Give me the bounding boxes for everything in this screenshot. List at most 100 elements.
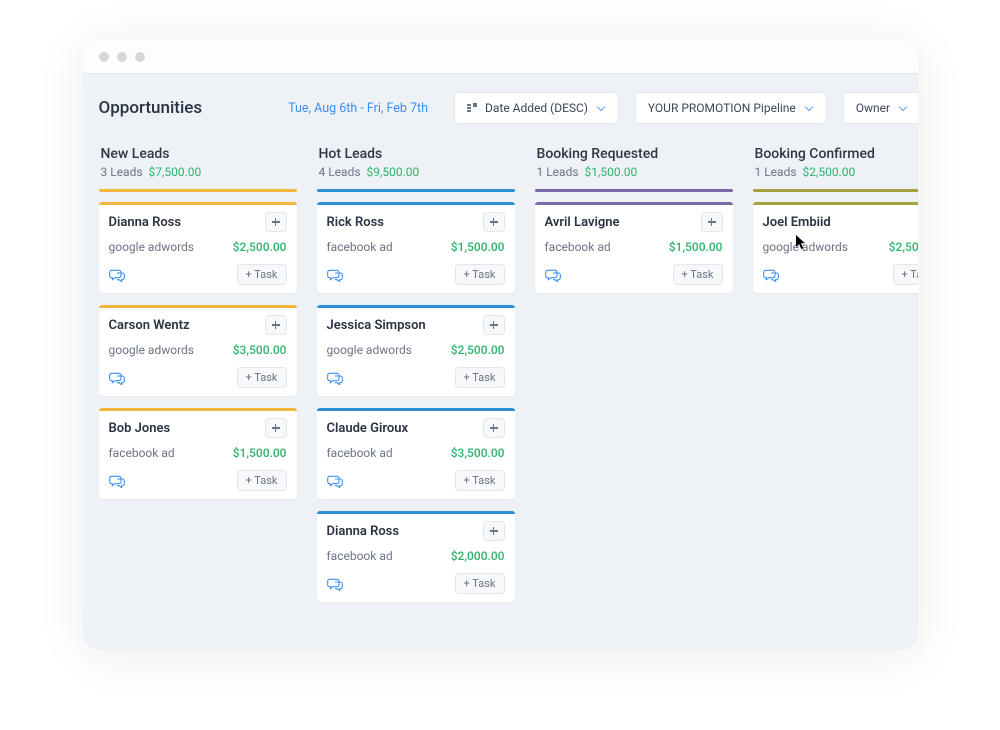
chat-icon[interactable]: [109, 474, 125, 488]
lead-amount: $2,500.00: [233, 240, 287, 254]
lead-amount: $3,500.00: [451, 446, 505, 460]
chat-icon[interactable]: [327, 577, 343, 591]
chat-icon[interactable]: [327, 474, 343, 488]
cards-list: Avril Lavignefacebook ad$1,500.00+ Task: [535, 202, 733, 293]
column-title: Booking Requested: [537, 146, 731, 162]
chevron-down-icon: [898, 103, 908, 113]
lead-card[interactable]: Jessica Simpsongoogle adwords$2,500.00+ …: [317, 305, 515, 396]
sort-icon: [467, 103, 477, 113]
lead-name: Bob Jones: [109, 421, 171, 436]
date-range[interactable]: Tue, Aug 6th - Fri, Feb 7th: [288, 101, 428, 116]
window-dot-icon: [135, 52, 145, 62]
column-total: $1,500.00: [585, 165, 638, 179]
lead-source: google adwords: [327, 343, 413, 357]
add-task-button[interactable]: + Task: [237, 264, 287, 285]
pipeline-dropdown[interactable]: YOUR PROMOTION Pipeline: [635, 92, 827, 124]
plus-icon: [490, 424, 498, 432]
page-title: Opportunities: [99, 98, 203, 118]
lead-amount: $3,500.00: [233, 343, 287, 357]
card-color-rule: [317, 305, 515, 308]
cards-list: Joel Embiidgoogle adwords$2,500.00+ Task: [753, 202, 918, 293]
chat-icon[interactable]: [327, 371, 343, 385]
window-dot-icon: [99, 52, 109, 62]
add-task-button[interactable]: + Task: [455, 264, 505, 285]
kanban-column: Hot Leads 4 Leads$9,500.00 Rick Rossfacebo…: [317, 146, 515, 602]
lead-name: Dianna Ross: [327, 524, 400, 539]
lead-card[interactable]: Claude Giroux facebook ad $3,500.00 + Task: [317, 408, 515, 499]
column-subtitle: 1 Leads$1,500.00: [537, 165, 731, 179]
column-total: $7,500.00: [149, 165, 202, 179]
sort-dropdown[interactable]: Date Added (DESC): [454, 92, 619, 124]
plus-icon: [490, 218, 498, 226]
sort-label: Date Added (DESC): [485, 101, 588, 115]
window-dot-icon: [117, 52, 127, 62]
kanban-board: New Leads3 Leads$7,500.00 Dianna Ross goog…: [83, 146, 918, 632]
column-header: New Leads3 Leads$7,500.00: [99, 146, 297, 189]
add-button[interactable]: [265, 315, 287, 335]
card-color-rule: [535, 202, 733, 205]
lead-source: facebook ad: [327, 240, 393, 254]
lead-amount: $2,500.00: [889, 240, 918, 254]
lead-source: facebook ad: [327, 446, 393, 460]
kanban-column: Booking Requested 1 Leads$1,500.00 Avril L…: [535, 146, 733, 293]
card-color-rule: [317, 408, 515, 411]
lead-name: Claude Giroux: [327, 421, 409, 436]
lead-card[interactable]: Avril Lavignefacebook ad$1,500.00+ Task: [535, 202, 733, 293]
add-button[interactable]: [483, 418, 505, 438]
add-button[interactable]: [483, 315, 505, 335]
column-color-rule: [99, 189, 297, 192]
add-task-button[interactable]: + Task: [237, 470, 287, 491]
app-window: Opportunities Tue, Aug 6th - Fri, Feb 7t…: [83, 40, 918, 650]
add-task-button[interactable]: + Task: [455, 470, 505, 491]
lead-amount: $2,000.00: [451, 549, 505, 563]
lead-card[interactable]: Joel Embiidgoogle adwords$2,500.00+ Task: [753, 202, 918, 293]
lead-card[interactable]: Dianna Ross facebook ad $2,000.00 + Task: [317, 511, 515, 602]
add-button[interactable]: [265, 418, 287, 438]
card-color-rule: [317, 511, 515, 514]
chat-icon[interactable]: [109, 371, 125, 385]
column-header: Booking Confirmed 1 Leads$2,500.00: [753, 146, 918, 189]
add-task-button[interactable]: + Task: [237, 367, 287, 388]
toolbar: Opportunities Tue, Aug 6th - Fri, Feb 7t…: [83, 74, 918, 146]
lead-card[interactable]: Rick Rossfacebook ad$1,500.00+ Task: [317, 202, 515, 293]
plus-icon: [490, 527, 498, 535]
chat-icon[interactable]: [327, 268, 343, 282]
add-task-button[interactable]: + Task: [455, 573, 505, 594]
column-subtitle: 4 Leads$9,500.00: [319, 165, 513, 179]
chat-icon[interactable]: [763, 268, 779, 282]
lead-name: Carson Wentz: [109, 318, 190, 333]
card-color-rule: [99, 408, 297, 411]
lead-source: google adwords: [109, 343, 195, 357]
owner-dropdown[interactable]: Owner: [843, 92, 918, 124]
add-task-button[interactable]: + Task: [673, 264, 723, 285]
column-subtitle: 1 Leads$2,500.00: [755, 165, 918, 179]
lead-source: google adwords: [763, 240, 849, 254]
add-task-button[interactable]: + Task: [893, 264, 918, 285]
column-title: Hot Leads: [319, 146, 513, 162]
kanban-column: New Leads3 Leads$7,500.00Dianna Rossgoog…: [99, 146, 297, 499]
add-button[interactable]: [265, 212, 287, 232]
plus-icon: [708, 218, 716, 226]
column-header: Hot Leads 4 Leads$9,500.00: [317, 146, 515, 189]
window-chrome: [83, 40, 918, 74]
chat-icon[interactable]: [545, 268, 561, 282]
add-button[interactable]: [483, 521, 505, 541]
lead-card[interactable]: Bob Jonesfacebook ad$1,500.00+ Task: [99, 408, 297, 499]
column-lead-count: 4 Leads: [319, 165, 361, 179]
plus-icon: [272, 321, 280, 329]
add-task-button[interactable]: + Task: [455, 367, 505, 388]
owner-label: Owner: [856, 101, 890, 115]
lead-source: facebook ad: [327, 549, 393, 563]
column-title: Booking Confirmed: [755, 146, 918, 162]
lead-card[interactable]: Carson Wentz google adwords $3,500.00 + Tas…: [99, 305, 297, 396]
plus-icon: [272, 424, 280, 432]
card-color-rule: [753, 202, 918, 205]
add-button[interactable]: [701, 212, 723, 232]
lead-card[interactable]: Dianna Rossgoogle adwords$2,500.00+ Task: [99, 202, 297, 293]
plus-icon: [490, 321, 498, 329]
lead-amount: $2,500.00: [451, 343, 505, 357]
lead-amount: $1,500.00: [233, 446, 287, 460]
chat-icon[interactable]: [109, 268, 125, 282]
add-button[interactable]: [483, 212, 505, 232]
chevron-down-icon: [596, 103, 606, 113]
